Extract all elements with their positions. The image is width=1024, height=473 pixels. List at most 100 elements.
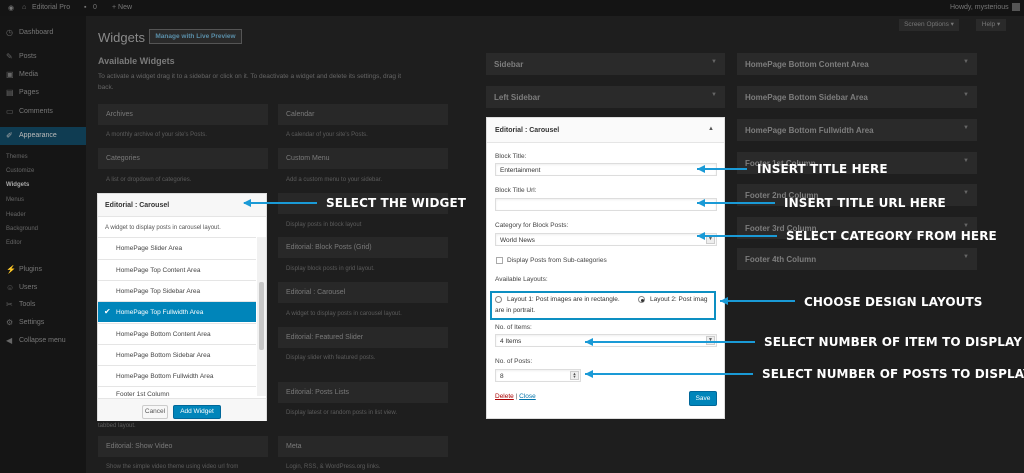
close-link[interactable]: Close (519, 393, 536, 400)
menu-item-users[interactable]: ☺ Users (0, 279, 86, 297)
widget-categories[interactable]: Categories (98, 148, 268, 169)
widget-title: Archives (106, 111, 133, 118)
menu-item-posts[interactable]: ✎ Posts (0, 48, 86, 66)
widget-calendar[interactable]: Calendar (278, 104, 448, 125)
sidebar-area-homepage-bottom-content[interactable]: HomePage Bottom Content Area ▼ (737, 53, 977, 75)
sub-categories-checkbox[interactable] (496, 257, 503, 264)
widget-title: Editorial: Block Posts (Grid) (286, 244, 372, 251)
menu-item-pages[interactable]: ▤ Pages (0, 84, 86, 102)
submenu-background[interactable]: Background (6, 226, 38, 232)
sidebar-area-title: Footer 4th Column (745, 255, 817, 264)
caret-down-icon: ▼ (963, 125, 969, 131)
chooser-option[interactable]: Footer 1st Column (98, 386, 256, 398)
submenu-editor[interactable]: Editor (6, 240, 22, 246)
annotation-select-widget: SELECT THE WIDGET (326, 196, 467, 210)
stepper-icon[interactable]: ▲ ▼ (570, 371, 579, 380)
submenu-widgets[interactable]: Widgets (6, 182, 29, 188)
option-label: HomePage Bottom Content Area (116, 331, 211, 338)
menu-item-tools[interactable]: ✂ Tools (0, 296, 86, 314)
submenu-menus[interactable]: Menus (6, 197, 24, 203)
block-title-url-input[interactable] (495, 198, 717, 211)
widget-archives[interactable]: Archives (98, 104, 268, 125)
site-name-link[interactable]: Editorial Pro (32, 4, 70, 11)
layout-2-label: Layout 2: Post imag (650, 296, 708, 303)
annotation-select-category: SELECT CATEGORY FROM HERE (786, 229, 997, 243)
users-icon: ☺ (6, 283, 15, 292)
save-button[interactable]: Save (689, 391, 717, 406)
submenu-header[interactable]: Header (6, 212, 26, 218)
new-content-link[interactable]: + New (112, 4, 132, 11)
chooser-option[interactable]: HomePage Top Sidebar Area (98, 280, 256, 301)
layout-2-radio[interactable] (638, 296, 645, 303)
brush-icon: ✐ (6, 131, 13, 140)
chooser-scrollbar-thumb[interactable] (259, 282, 264, 350)
chooser-option[interactable]: HomePage Bottom Sidebar Area (98, 344, 256, 365)
sidebar-area-sidebar[interactable]: Sidebar ▼ (486, 53, 725, 75)
wordpress-logo-icon[interactable]: ◉ (8, 4, 14, 12)
wrench-icon: ✂ (6, 300, 13, 309)
add-widget-button[interactable]: Add Widget (173, 405, 221, 419)
widget-meta[interactable]: Meta (278, 436, 448, 457)
category-label: Category for Block Posts: (495, 222, 569, 229)
sidebar-area-left-sidebar[interactable]: Left Sidebar ▼ (486, 86, 725, 108)
chooser-option-selected[interactable]: ✔ HomePage Top Fullwidth Area (98, 301, 256, 322)
items-select[interactable]: 4 Items ▼ (495, 334, 717, 347)
layout-1-radio[interactable] (495, 296, 502, 303)
widget-posts-lists[interactable]: Editorial: Posts Lists (278, 382, 448, 403)
howdy-account-link[interactable]: Howdy, mysterious (950, 4, 1009, 11)
widget-desc: Display block posts in grid layout. (286, 266, 375, 272)
submenu-customize[interactable]: Customize (6, 168, 34, 174)
menu-item-collapse[interactable]: ◀ Collapse menu (0, 332, 86, 350)
widget-desc: A calendar of your site's Posts. (286, 132, 368, 138)
widget-featured-slider[interactable]: Editorial: Featured Slider (278, 327, 448, 348)
widget-desc: Display posts in block layout (286, 222, 362, 228)
sidebar-area-footer-4[interactable]: Footer 4th Column ▼ (737, 248, 977, 270)
widget-title: Editorial : Carousel (286, 289, 346, 296)
menu-item-dashboard[interactable]: ◷ Dashboard (0, 24, 86, 42)
widget-desc: A widget to display posts in carousel la… (286, 311, 402, 317)
sidebar-area-homepage-bottom-sidebar[interactable]: HomePage Bottom Sidebar Area ▼ (737, 86, 977, 108)
caret-up-icon[interactable]: ▲ (708, 126, 714, 132)
avatar[interactable] (1012, 3, 1020, 11)
cancel-button[interactable]: Cancel (142, 405, 168, 419)
form-header[interactable]: Editorial : Carousel ▲ (487, 118, 724, 143)
chooser-option[interactable]: HomePage Bottom Content Area (98, 323, 256, 344)
input-value: 8 (500, 373, 504, 380)
menu-item-comments[interactable]: ▭ Comments (0, 103, 86, 121)
menu-label: Appearance (19, 132, 57, 139)
category-select[interactable]: World News ▼ (495, 233, 717, 246)
admin-side-menu: ◷ Dashboard ✎ Posts ▣ Media ▤ Pages ▭ Co… (0, 16, 86, 473)
block-title-input[interactable]: Entertainment (495, 163, 717, 176)
chooser-footer: Cancel Add Widget (98, 398, 266, 421)
comments-count[interactable]: 0 (93, 4, 97, 11)
widget-carousel[interactable]: Editorial : Carousel (278, 282, 448, 303)
posts-number-input[interactable]: 8 ▲ ▼ (495, 369, 581, 382)
sidebar-area-title: HomePage Bottom Fullwidth Area (745, 126, 874, 135)
menu-item-settings[interactable]: ⚙ Settings (0, 314, 86, 332)
chooser-option[interactable]: HomePage Top Content Area (98, 259, 256, 280)
input-value: Entertainment (500, 167, 541, 174)
widget-custom-menu[interactable]: Custom Menu (278, 148, 448, 169)
menu-item-plugins[interactable]: ⚡ Plugins (0, 261, 86, 279)
chooser-option[interactable]: HomePage Bottom Fullwidth Area (98, 365, 256, 386)
screen-options-button[interactable]: Screen Options ▾ (899, 19, 959, 31)
comment-icon[interactable]: ▪ (84, 4, 86, 11)
sidebar-area-homepage-bottom-fullwidth[interactable]: HomePage Bottom Fullwidth Area ▼ (737, 119, 977, 141)
widget-title: Editorial: Show Video (106, 443, 173, 450)
home-icon[interactable]: ⌂ (22, 4, 26, 11)
menu-item-appearance[interactable]: ✐ Appearance (0, 127, 86, 145)
delete-link[interactable]: Delete (495, 393, 514, 400)
settings-icon: ⚙ (6, 318, 14, 327)
live-preview-button[interactable]: Manage with Live Preview (149, 29, 242, 44)
admin-bar: ◉ ⌂ Editorial Pro ▪ 0 + New Howdy, myste… (0, 0, 1024, 16)
chooser-option[interactable]: HomePage Slider Area (98, 237, 256, 258)
layouts-label: Available Layouts: (495, 276, 548, 283)
widget-show-video[interactable]: Editorial: Show Video (98, 436, 268, 457)
menu-item-media[interactable]: ▣ Media (0, 66, 86, 84)
help-button[interactable]: Help ▾ (976, 19, 1006, 31)
chooser-header[interactable]: Editorial : Carousel (98, 194, 266, 217)
submenu-themes[interactable]: Themes (6, 154, 28, 160)
widget-desc: Display slider with featured posts. (286, 355, 376, 361)
form-links: Delete | Close (495, 393, 536, 400)
widget-block-posts-grid[interactable]: Editorial: Block Posts (Grid) (278, 237, 448, 258)
